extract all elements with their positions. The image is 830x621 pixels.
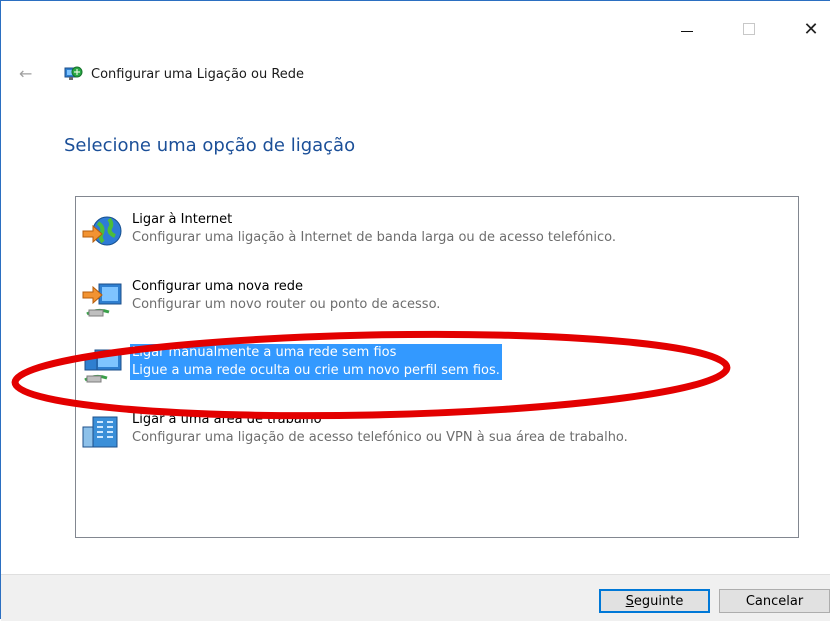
option-description: Configurar um novo router ou ponto de ac…	[132, 297, 441, 312]
option-connect-workplace[interactable]: Ligar a uma área de trabalho Configurar …	[79, 411, 699, 455]
option-manual-wireless[interactable]: Ligar manualmente a uma rede sem fios Li…	[79, 344, 699, 388]
workplace-icon	[82, 416, 118, 448]
option-text: Ligar manualmente a uma rede sem fios Li…	[130, 344, 502, 380]
option-text: Ligar à Internet Configurar uma ligação …	[132, 211, 616, 247]
connection-options-list: Ligar à Internet Configurar uma ligação …	[75, 196, 799, 538]
option-description: Configurar uma ligação de acesso telefón…	[132, 430, 628, 445]
option-setup-network[interactable]: Configurar uma nova rede Configurar um n…	[79, 278, 699, 322]
cancel-button[interactable]: Cancelar	[719, 589, 830, 613]
option-title: Ligar a uma área de trabalho	[132, 412, 322, 427]
page-heading: Selecione uma opção de ligação	[64, 135, 356, 156]
back-arrow-icon[interactable]: ←	[19, 64, 32, 83]
globe-icon	[82, 216, 122, 246]
next-button[interactable]: Seguinte	[599, 589, 710, 613]
option-text: Configurar uma nova rede Configurar um n…	[132, 278, 440, 314]
option-title: Configurar uma nova rede	[132, 279, 304, 294]
wireless-network-icon	[84, 349, 122, 383]
close-button[interactable]: ✕	[789, 15, 830, 43]
option-text: Ligar a uma área de trabalho Configurar …	[132, 411, 628, 447]
option-title: Ligar à Internet	[132, 212, 233, 227]
network-connection-icon	[64, 66, 83, 80]
option-title: Ligar manualmente a uma rede sem fios	[132, 345, 397, 360]
next-button-label: Seguinte	[625, 593, 684, 609]
minimize-icon	[681, 30, 693, 32]
option-description: Ligue a uma rede oculta ou crie um novo …	[132, 363, 500, 378]
dialog-window: ✕ ← Configurar uma Ligação ou Rede Selec…	[0, 0, 830, 621]
router-icon	[82, 283, 122, 317]
option-connect-internet[interactable]: Ligar à Internet Configurar uma ligação …	[79, 211, 699, 255]
maximize-button[interactable]	[727, 15, 771, 43]
minimize-button[interactable]	[665, 15, 709, 43]
window-title: Configurar uma Ligação ou Rede	[91, 67, 305, 82]
maximize-icon	[743, 23, 755, 35]
option-description: Configurar uma ligação à Internet de ban…	[132, 230, 617, 245]
